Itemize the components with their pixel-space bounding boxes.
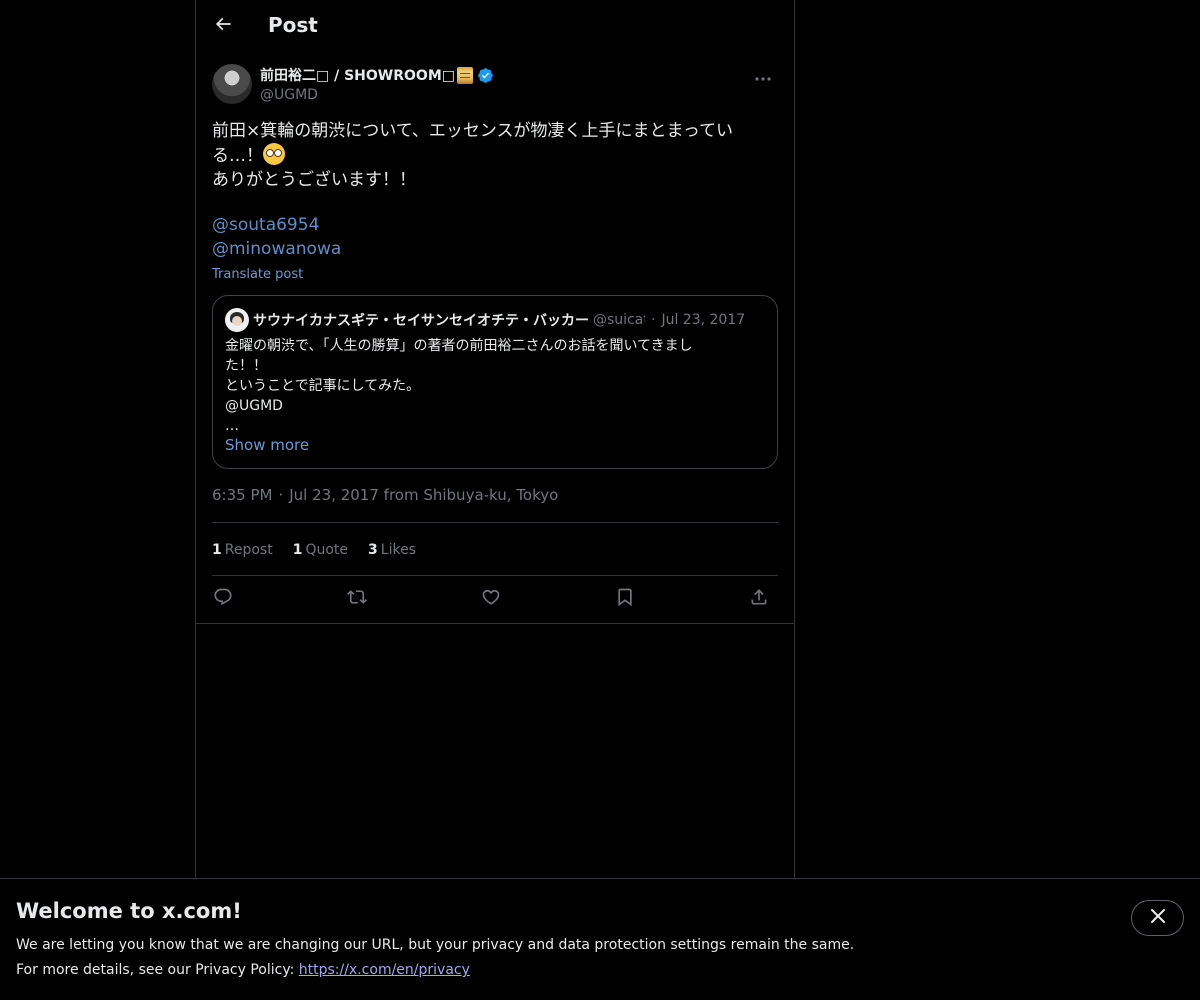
back-button[interactable]	[206, 9, 240, 43]
post-timestamp: 6:35 PM · Jul 23, 2017 from Shibuya-ku, To…	[212, 486, 558, 504]
close-button[interactable]	[1131, 900, 1184, 936]
arrow-left-icon	[213, 14, 233, 38]
post-time[interactable]: 6:35 PM	[212, 486, 272, 504]
quoted-text-line: ということで記事にしてみた。	[225, 378, 421, 394]
banner-title: Welcome to x.com!	[16, 899, 242, 923]
flushed-face-icon	[263, 143, 285, 165]
author-name-line: 前田裕二□ / SHOWROOM□	[260, 65, 494, 85]
quote-count[interactable]: 1 Quote	[293, 542, 348, 558]
author-name[interactable]: 前田裕二□ / SHOWROOM□	[260, 65, 455, 85]
bookmark-button[interactable]	[610, 584, 640, 614]
mention-link[interactable]: @souta6954	[212, 215, 319, 235]
quoted-text-line: た！！	[225, 358, 267, 374]
quoted-post-text: 金曜の朝渋で、「人生の勝算」の著者の前田裕二さんのお話を聞いてきまし た！！ と…	[225, 336, 765, 436]
reply-button[interactable]	[208, 584, 238, 614]
verified-badge-icon[interactable]	[477, 67, 494, 84]
reply-icon	[213, 587, 233, 611]
repost-icon	[346, 587, 368, 611]
quoted-post-header: サウナイカナスギテ・セイサンセイオチテ・バッカー @suicat · Jul 2…	[225, 308, 767, 332]
quoted-text-line: 金曜の朝渋で、「人生の勝算」の著者の前田裕二さんのお話を聞いてきまし	[225, 338, 693, 354]
mention-link[interactable]: @minowanowa	[212, 239, 341, 259]
quoted-author-name: サウナイカナスギテ・セイサンセイオチテ・バッカー	[253, 313, 589, 329]
more-icon	[755, 66, 771, 85]
quoted-text-line: @UGMD	[225, 398, 283, 414]
post-date-location[interactable]: Jul 23, 2017 from Shibuya-ku, Tokyo	[289, 486, 558, 504]
scroll-emoji-icon	[456, 66, 473, 84]
post-author: 前田裕二□ / SHOWROOM□ @UGMD	[212, 64, 778, 108]
post-column: Post 前田裕二□ / SHOWROOM□ @UGMD 前田×箕輪の朝渋につい…	[195, 0, 795, 1000]
banner-message: We are letting you know that we are chan…	[16, 937, 855, 953]
show-more-link[interactable]: Show more	[225, 436, 309, 454]
privacy-policy-link[interactable]: https://x.com/en/privacy	[299, 962, 470, 978]
share-button[interactable]	[744, 584, 774, 614]
banner-privacy-text: For more details, see our Privacy Policy…	[16, 962, 299, 978]
like-icon	[481, 587, 501, 611]
post-text-line: る…！	[212, 143, 752, 168]
repost-button[interactable]	[342, 584, 372, 614]
post-text-line: ありがとうございます！！	[212, 170, 416, 190]
page-title: Post	[268, 13, 318, 37]
post-text: 前田×箕輪の朝渋について、エッセンスが物凄く上手にまとまってい る…！ ありがと…	[212, 119, 752, 192]
repost-count[interactable]: 1 Repost	[212, 542, 273, 558]
divider	[212, 522, 778, 523]
close-icon	[1150, 908, 1166, 928]
post-text-line: 前田×箕輪の朝渋について、エッセンスが物凄く上手にまとまってい	[212, 121, 734, 141]
share-icon	[749, 587, 769, 611]
separator-dot: ·	[651, 312, 656, 328]
post-actions	[212, 584, 778, 614]
like-button[interactable]	[476, 584, 506, 614]
author-handle[interactable]: @UGMD	[260, 87, 318, 103]
avatar[interactable]	[212, 64, 252, 104]
avatar	[225, 308, 249, 332]
quoted-text-line: …	[225, 418, 239, 434]
bookmark-icon	[615, 587, 635, 611]
likes-count[interactable]: 3 Likes	[368, 542, 416, 558]
quoted-post-date: Jul 23, 2017	[661, 312, 746, 328]
quoted-author-handle: @suicat	[593, 312, 645, 328]
more-options-button[interactable]	[748, 64, 778, 86]
banner-privacy-line: For more details, see our Privacy Policy…	[16, 962, 470, 978]
top-bar: Post	[196, 0, 794, 54]
url-change-banner: Welcome to x.com! We are letting you kno…	[0, 878, 1200, 1000]
separator-dot: ·	[278, 486, 284, 504]
divider	[212, 575, 778, 576]
translate-post-link[interactable]: Translate post	[212, 267, 303, 282]
divider	[196, 623, 794, 624]
post-stats: 1 Repost 1 Quote 3 Likes	[212, 539, 436, 561]
quoted-post-card[interactable]: サウナイカナスギテ・セイサンセイオチテ・バッカー @suicat · Jul 2…	[212, 295, 778, 469]
